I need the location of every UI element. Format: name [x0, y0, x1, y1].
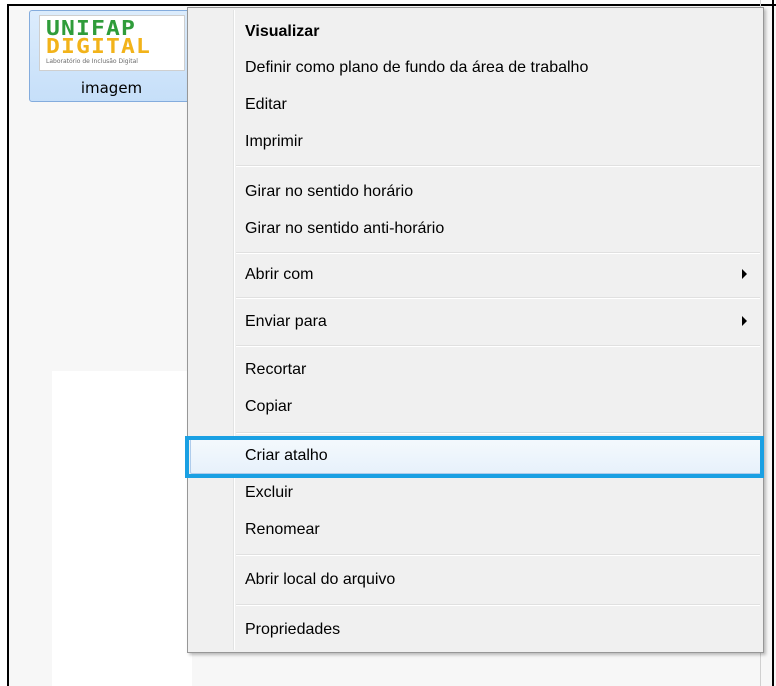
menu-item-excluir[interactable]: Excluir — [190, 475, 761, 511]
image-thumbnail: UNIFAP DIGITAL Laboratório de Inclusão D… — [39, 15, 185, 71]
menu-item-criar-atalho[interactable]: Criar atalho — [190, 438, 761, 474]
menu-item-label: Visualizar — [245, 23, 320, 40]
menu-item-label: Girar no sentido anti-horário — [245, 220, 445, 237]
menu-separator — [236, 252, 760, 254]
menu-separator — [236, 165, 760, 167]
file-name-label: imagem — [80, 79, 143, 97]
menu-separator — [236, 345, 760, 347]
menu-item-label: Excluir — [245, 484, 294, 501]
menu-item-label: Recortar — [245, 361, 307, 378]
menu-item-label: Definir como plano de fundo da área de t… — [245, 59, 589, 76]
menu-item-label: Editar — [245, 96, 287, 113]
menu-item-label: Abrir com — [245, 266, 314, 283]
submenu-arrow-icon — [742, 269, 747, 279]
menu-separator — [236, 604, 760, 606]
menu-item-label: Enviar para — [245, 313, 327, 330]
menu-item-label: Copiar — [245, 398, 293, 415]
menu-item-label: Girar no sentido horário — [245, 183, 414, 200]
menu-item-copiar[interactable]: Copiar — [190, 389, 761, 425]
menu-item-label: Abrir local do arquivo — [245, 571, 396, 588]
menu-item-label: Criar atalho — [245, 447, 328, 464]
menu-item-abrir-com[interactable]: Abrir com — [190, 257, 761, 293]
file-icon-imagem[interactable]: UNIFAP DIGITAL Laboratório de Inclusão D… — [29, 10, 194, 102]
submenu-arrow-icon — [742, 316, 747, 326]
menu-item-editar[interactable]: Editar — [190, 87, 761, 123]
menu-item-abrir-local[interactable]: Abrir local do arquivo — [190, 562, 761, 598]
menu-item-recortar[interactable]: Recortar — [190, 352, 761, 388]
menu-separator — [236, 554, 760, 556]
menu-item-girar-anti-horario[interactable]: Girar no sentido anti-horário — [190, 211, 761, 247]
menu-separator — [236, 432, 760, 434]
menu-item-renomear[interactable]: Renomear — [190, 512, 761, 548]
menu-item-imprimir[interactable]: Imprimir — [190, 124, 761, 160]
menu-separator — [236, 297, 760, 299]
menu-item-propriedades[interactable]: Propriedades — [190, 612, 761, 648]
menu-item-definir-plano-de-fundo[interactable]: Definir como plano de fundo da área de t… — [190, 50, 761, 86]
desktop-area — [52, 371, 192, 686]
menu-item-enviar-para[interactable]: Enviar para — [190, 304, 761, 340]
menu-item-label: Propriedades — [245, 621, 341, 638]
menu-item-label: Renomear — [245, 521, 320, 538]
menu-item-girar-horario[interactable]: Girar no sentido horário — [190, 174, 761, 210]
frame-border-right — [772, 0, 774, 686]
logo-subtitle: Laboratório de Inclusão Digital — [46, 58, 138, 65]
context-menu: Visualizar Definir como plano de fundo d… — [187, 7, 764, 653]
menu-item-label: Imprimir — [245, 133, 303, 150]
menu-item-visualizar[interactable]: Visualizar — [190, 14, 761, 50]
logo-text-digital: DIGITAL — [46, 34, 151, 58]
